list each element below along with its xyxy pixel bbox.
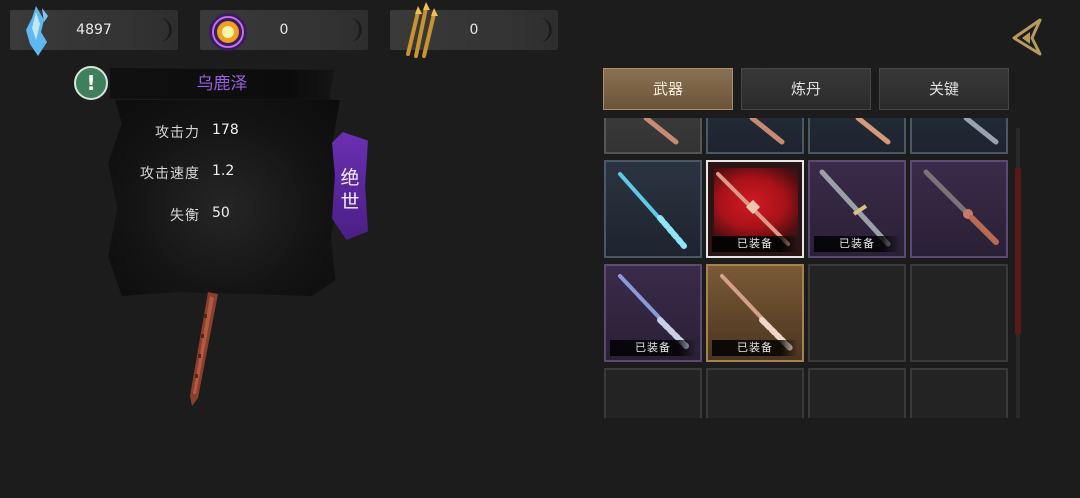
equipped-badge: 已装备 [712,236,798,252]
weapon-slot[interactable] [910,160,1008,258]
empty-slot[interactable] [808,368,906,418]
blue-crystal-icon [26,6,48,56]
stat-attack-speed-label: 攻击速度 [140,166,200,182]
stat-attack-speed: 攻击速度 1.2 [108,163,340,185]
tab-key-items[interactable]: 关键 [879,68,1009,110]
weapon-slot-selected[interactable]: 已装备 [706,160,804,258]
back-arrow-icon[interactable] [1006,14,1050,58]
weapon-slot[interactable] [604,160,702,258]
weapon-grid[interactable]: 已装备 已装备 已装备 已装备 [600,118,1012,418]
equipped-badge: 已装备 [712,340,798,356]
equipped-badge: 已装备 [610,340,696,356]
stat-imbalance-value: 50 [212,205,230,221]
weapon-name: 乌鹿泽 [196,74,248,94]
rank-label: 绝世 [340,167,360,213]
weapon-slot[interactable] [910,118,1008,154]
tab-alchemy[interactable]: 炼丹 [741,68,871,110]
stat-imbalance-label: 失衡 [170,208,200,224]
stat-imbalance: 失衡 50 [108,205,340,227]
empty-slot[interactable] [604,368,702,418]
sword-icon [749,118,785,145]
equipped-badge: 已装备 [814,236,900,252]
weapon-slot[interactable]: 已装备 [706,264,804,362]
sword-preview-icon [190,292,218,406]
weapon-slot[interactable] [604,118,702,154]
empty-slot[interactable] [808,264,906,362]
stat-attack-label: 攻击力 [155,125,200,141]
stat-attack: 攻击力 178 [108,122,340,144]
golden-orb-icon [209,13,247,51]
empty-slot[interactable] [706,368,804,418]
weapon-slot[interactable]: 已装备 [604,264,702,362]
sword-icon [643,118,679,145]
weapon-slot[interactable] [706,118,804,154]
weapon-slot[interactable] [808,118,906,154]
alert-icon[interactable]: ! [74,66,108,100]
stat-attack-speed-value: 1.2 [212,163,235,179]
tab-weapons[interactable]: 武器 [603,68,733,110]
empty-slot[interactable] [910,264,1008,362]
empty-slot[interactable] [910,368,1008,418]
sword-icon [923,169,999,245]
golden-arrows-icon [406,2,438,58]
grid-scrollbar-thumb[interactable] [1015,168,1021,334]
weapon-slot[interactable]: 已装备 [808,160,906,258]
sword-icon [963,118,999,145]
stat-attack-value: 178 [212,122,239,138]
sword-icon [618,172,687,249]
sword-icon [855,118,891,145]
